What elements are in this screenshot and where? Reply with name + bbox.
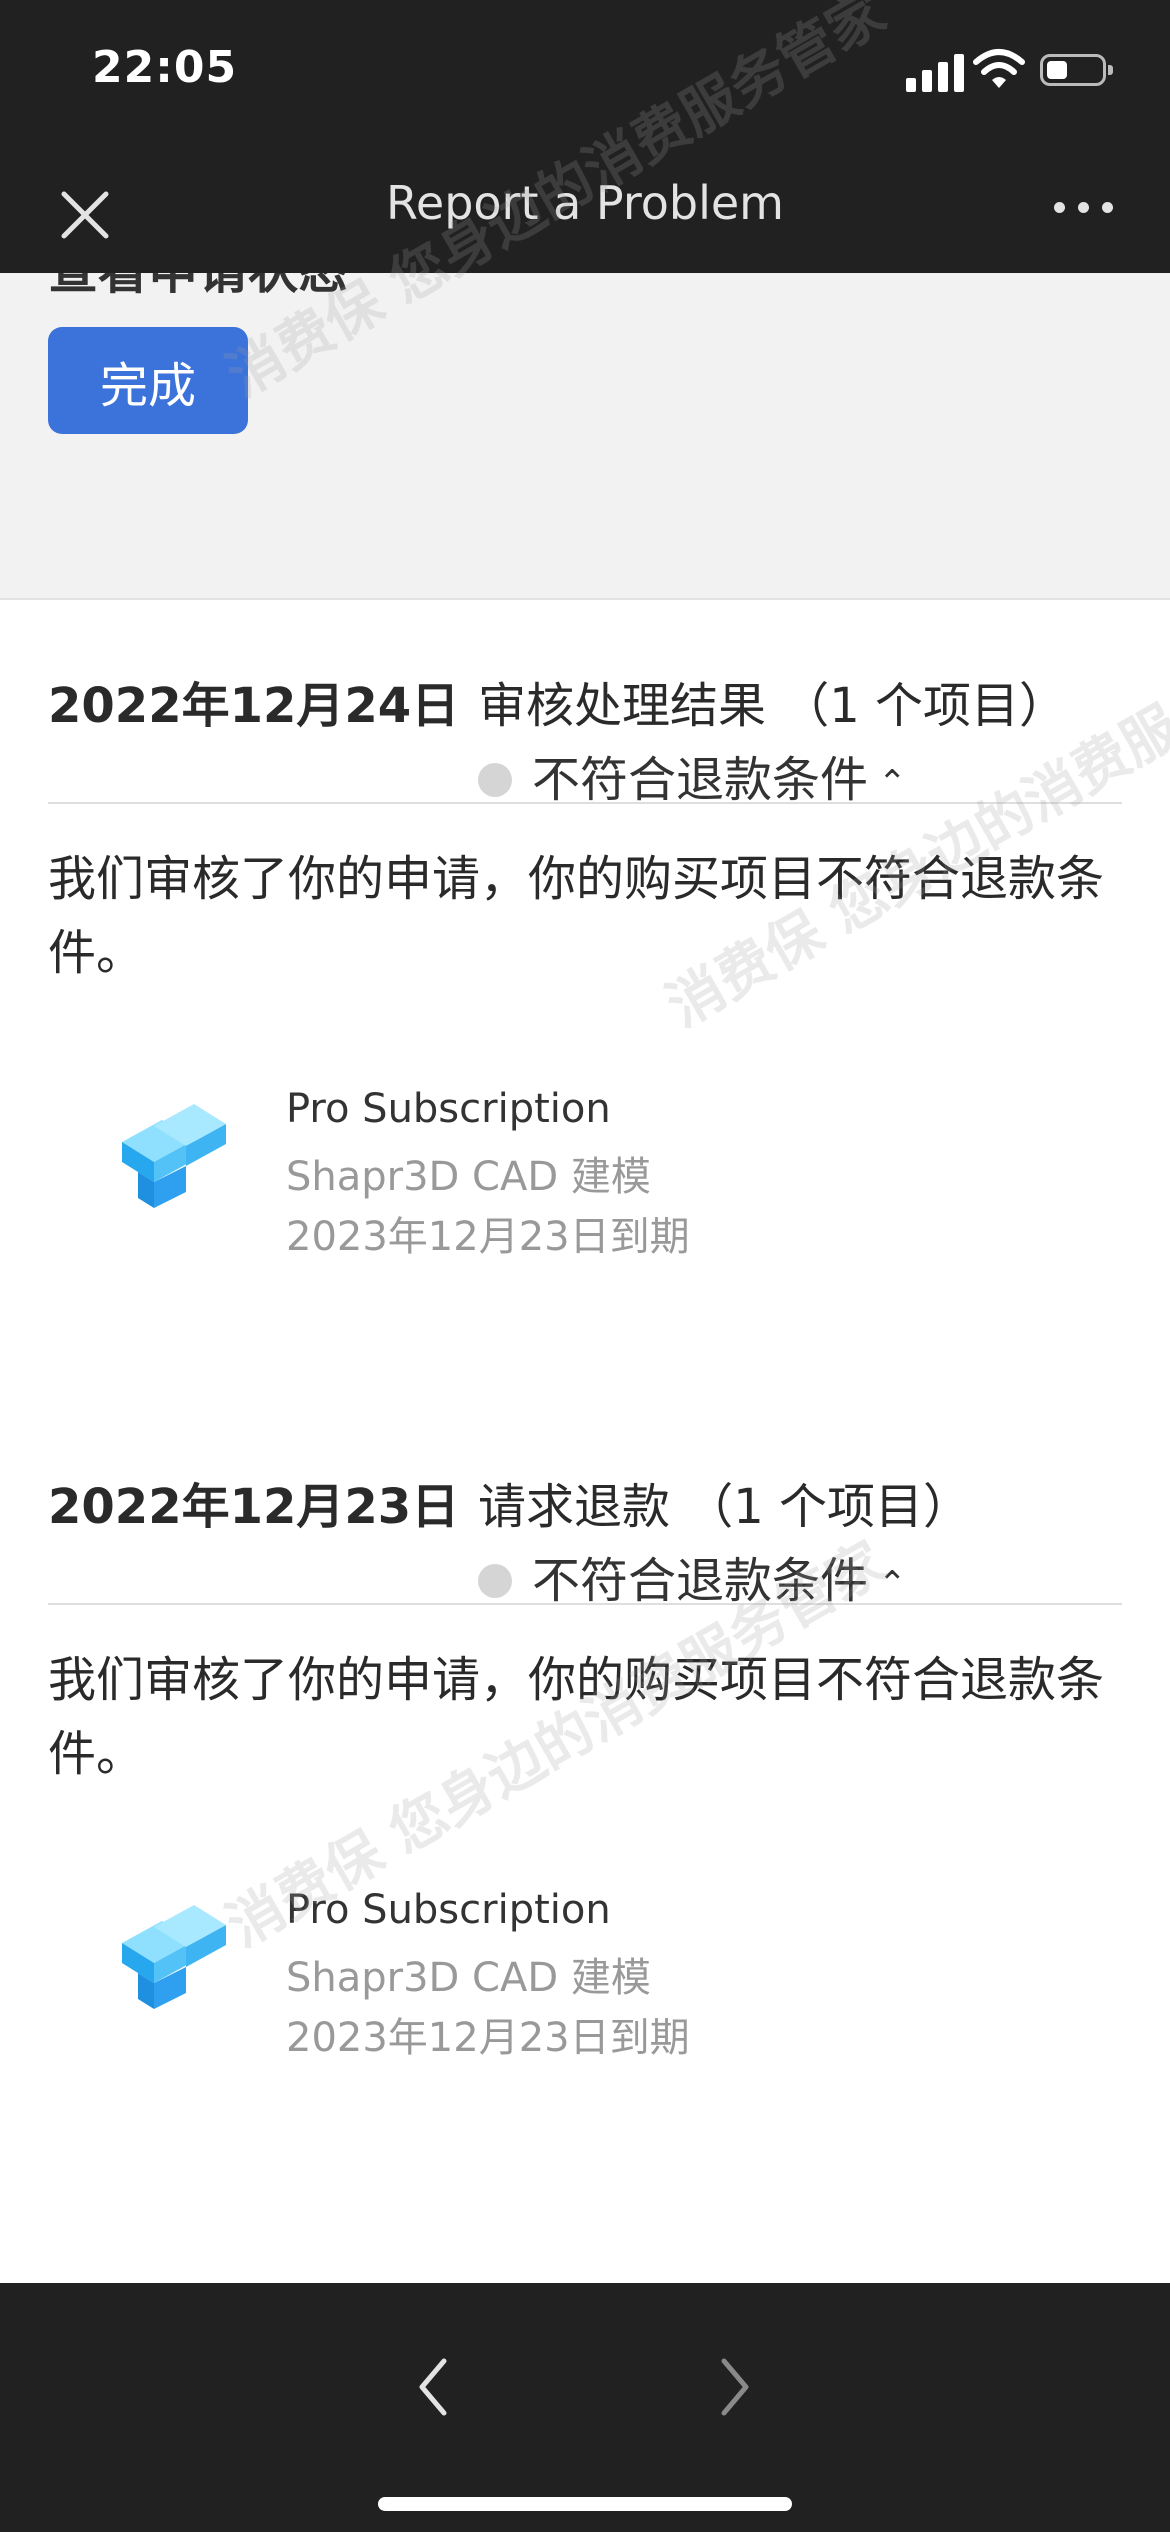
chevron-right-icon[interactable] (708, 2347, 768, 2427)
chevron-left-icon[interactable] (400, 2347, 460, 2427)
shapr3d-app-icon (122, 1905, 226, 2009)
product-item[interactable]: Pro Subscription Shapr3D CAD 建模 2023年12月… (48, 1887, 1122, 2067)
done-button[interactable]: 完成 (48, 327, 248, 434)
product-name: Pro Subscription (286, 1086, 611, 1132)
product-expiry: 2023年12月23日到期 (286, 2015, 690, 2061)
cellular-signal-icon (906, 52, 964, 92)
section-type: 审核处理结果 （1 个项目） (478, 678, 1068, 734)
product-expiry: 2023年12月23日到期 (286, 1214, 690, 1260)
section-type: 请求退款 （1 个项目） (478, 1479, 972, 1535)
product-app: Shapr3D CAD 建模 (286, 1154, 651, 1200)
page-title: Report a Problem (386, 176, 784, 230)
nav-bar: Report a Problem (0, 140, 1170, 273)
home-indicator[interactable] (378, 2497, 792, 2511)
section-date: 2022年12月23日 (48, 1479, 460, 1535)
more-icon[interactable] (1050, 192, 1120, 222)
section-message: 我们审核了你的申请，你的购买项目不符合退款条件。 (48, 1652, 1105, 1782)
section-header: 2022年12月24日 审核处理结果 （1 个项目） 不符合退款条件 ⌃ (48, 630, 1122, 808)
status-bar: 22:05 (0, 0, 1170, 140)
chevron-up-icon: ⌃ (878, 1564, 907, 1604)
section-header: 2022年12月23日 请求退款 （1 个项目） 不符合退款条件 ⌃ (48, 1431, 1122, 1609)
browser-toolbar (0, 2283, 1170, 2532)
status-toggle[interactable]: 不符合退款条件 ⌃ (478, 1541, 907, 1611)
section-date: 2022年12月24日 (48, 678, 460, 734)
chevron-up-icon: ⌃ (878, 763, 907, 803)
status-dot-icon (478, 1564, 512, 1598)
status-time: 22:05 (92, 42, 238, 93)
panel-heading: 查看申请状态 (48, 273, 348, 303)
history-section: 2022年12月24日 审核处理结果 （1 个项目） 不符合退款条件 ⌃ 我们审核… (48, 630, 1122, 1266)
status-label: 不符合退款条件 (532, 1553, 869, 1609)
status-toggle[interactable]: 不符合退款条件 ⌃ (478, 740, 907, 810)
top-panel: 查看申请状态 完成 (0, 273, 1170, 600)
status-dot-icon (478, 763, 512, 797)
product-app: Shapr3D CAD 建模 (286, 1955, 651, 2001)
product-name: Pro Subscription (286, 1887, 611, 1933)
battery-icon (1040, 54, 1113, 86)
section-message: 我们审核了你的申请，你的购买项目不符合退款条件。 (48, 851, 1105, 981)
product-item[interactable]: Pro Subscription Shapr3D CAD 建模 2023年12月… (48, 1086, 1122, 1266)
wifi-icon (973, 49, 1025, 88)
status-label: 不符合退款条件 (532, 752, 869, 808)
history-section: 2022年12月23日 请求退款 （1 个项目） 不符合退款条件 ⌃ 我们审核了你… (48, 1431, 1122, 2067)
shapr3d-app-icon (122, 1104, 226, 1208)
